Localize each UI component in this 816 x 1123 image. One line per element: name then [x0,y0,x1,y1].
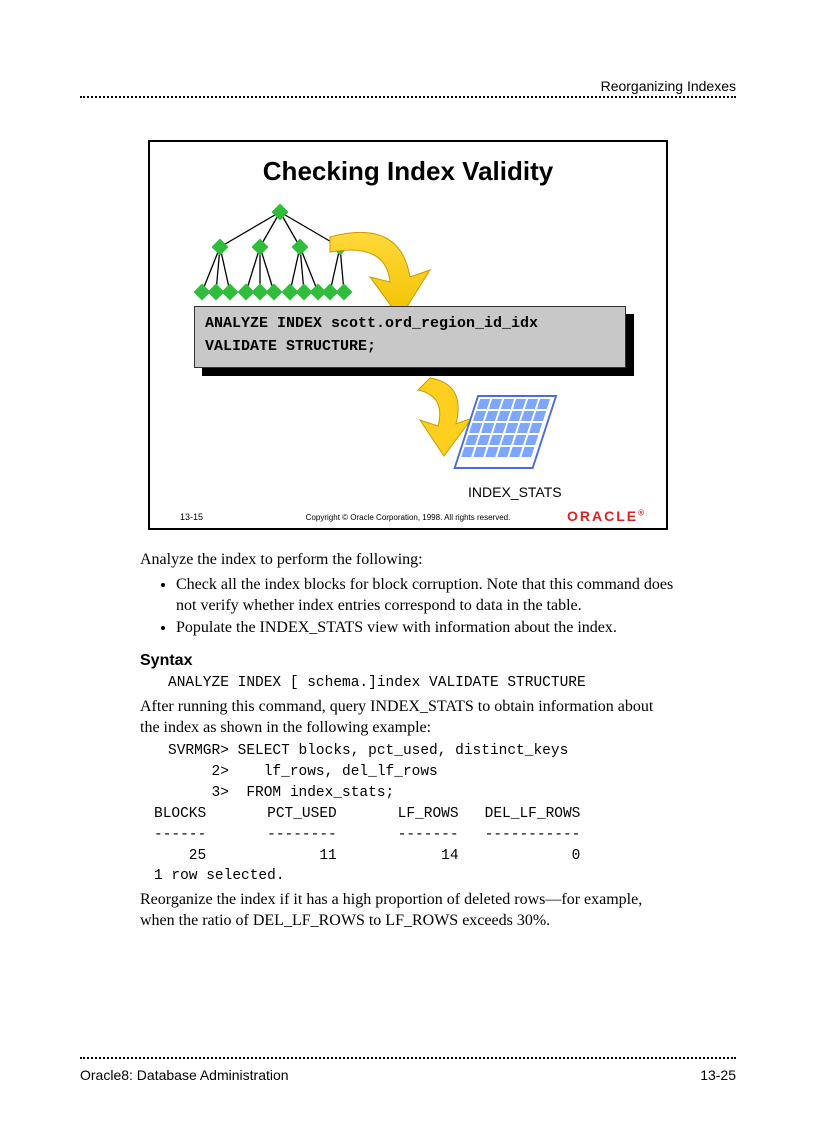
header-right: Reorganizing Indexes [601,78,736,94]
index-stats-label: INDEX_STATS [468,484,562,500]
syntax-heading: Syntax [140,651,676,672]
syntax-line: ANALYZE INDEX [ schema.]index VALIDATE S… [168,674,676,693]
slide-title: Checking Index Validity [150,156,666,187]
bullet-item: Check all the index blocks for block cor… [176,575,676,617]
example-line: BLOCKS PCT_USED LF_ROWS DEL_LF_ROWS [154,805,676,824]
footer-right: 13-25 [700,1067,736,1083]
closing-text: Reorganize the index if it has a high pr… [140,890,676,932]
bullet-list: Check all the index blocks for block cor… [140,575,676,639]
footer-left: Oracle8: Database Administration [80,1067,289,1083]
content-area: Checking Index Validity [140,140,676,936]
example-line: SVRMGR> SELECT blocks, pct_used, distinc… [168,742,676,761]
example-line: 1 row selected. [154,867,676,886]
rule-bottom [80,1057,736,1059]
intro-text: Analyze the index to perform the followi… [140,550,676,571]
example-line: 25 11 14 0 [154,847,676,866]
example-line: 3> FROM index_stats; [168,784,676,803]
code-line-2: VALIDATE STRUCTURE; [205,336,615,359]
code-box: ANALYZE INDEX scott.ord_region_id_idx VA… [194,306,626,368]
body-text: Analyze the index to perform the followi… [140,550,676,932]
example-line: ------ -------- ------- ----------- [154,826,676,845]
rule-top [80,96,736,98]
bullet-item: Populate the INDEX_STATS view with infor… [176,618,676,639]
code-line-1: ANALYZE INDEX scott.ord_region_id_idx [205,313,615,336]
example-line: 2> lf_rows, del_lf_rows [168,763,676,782]
page: Reorganizing Indexes Checking Index Vali… [0,0,816,1123]
after-syntax-text: After running this command, query INDEX_… [140,697,676,739]
oracle-logo: ORACLE® [567,508,646,524]
slide: Checking Index Validity [148,140,668,530]
grid-icon [450,390,570,480]
